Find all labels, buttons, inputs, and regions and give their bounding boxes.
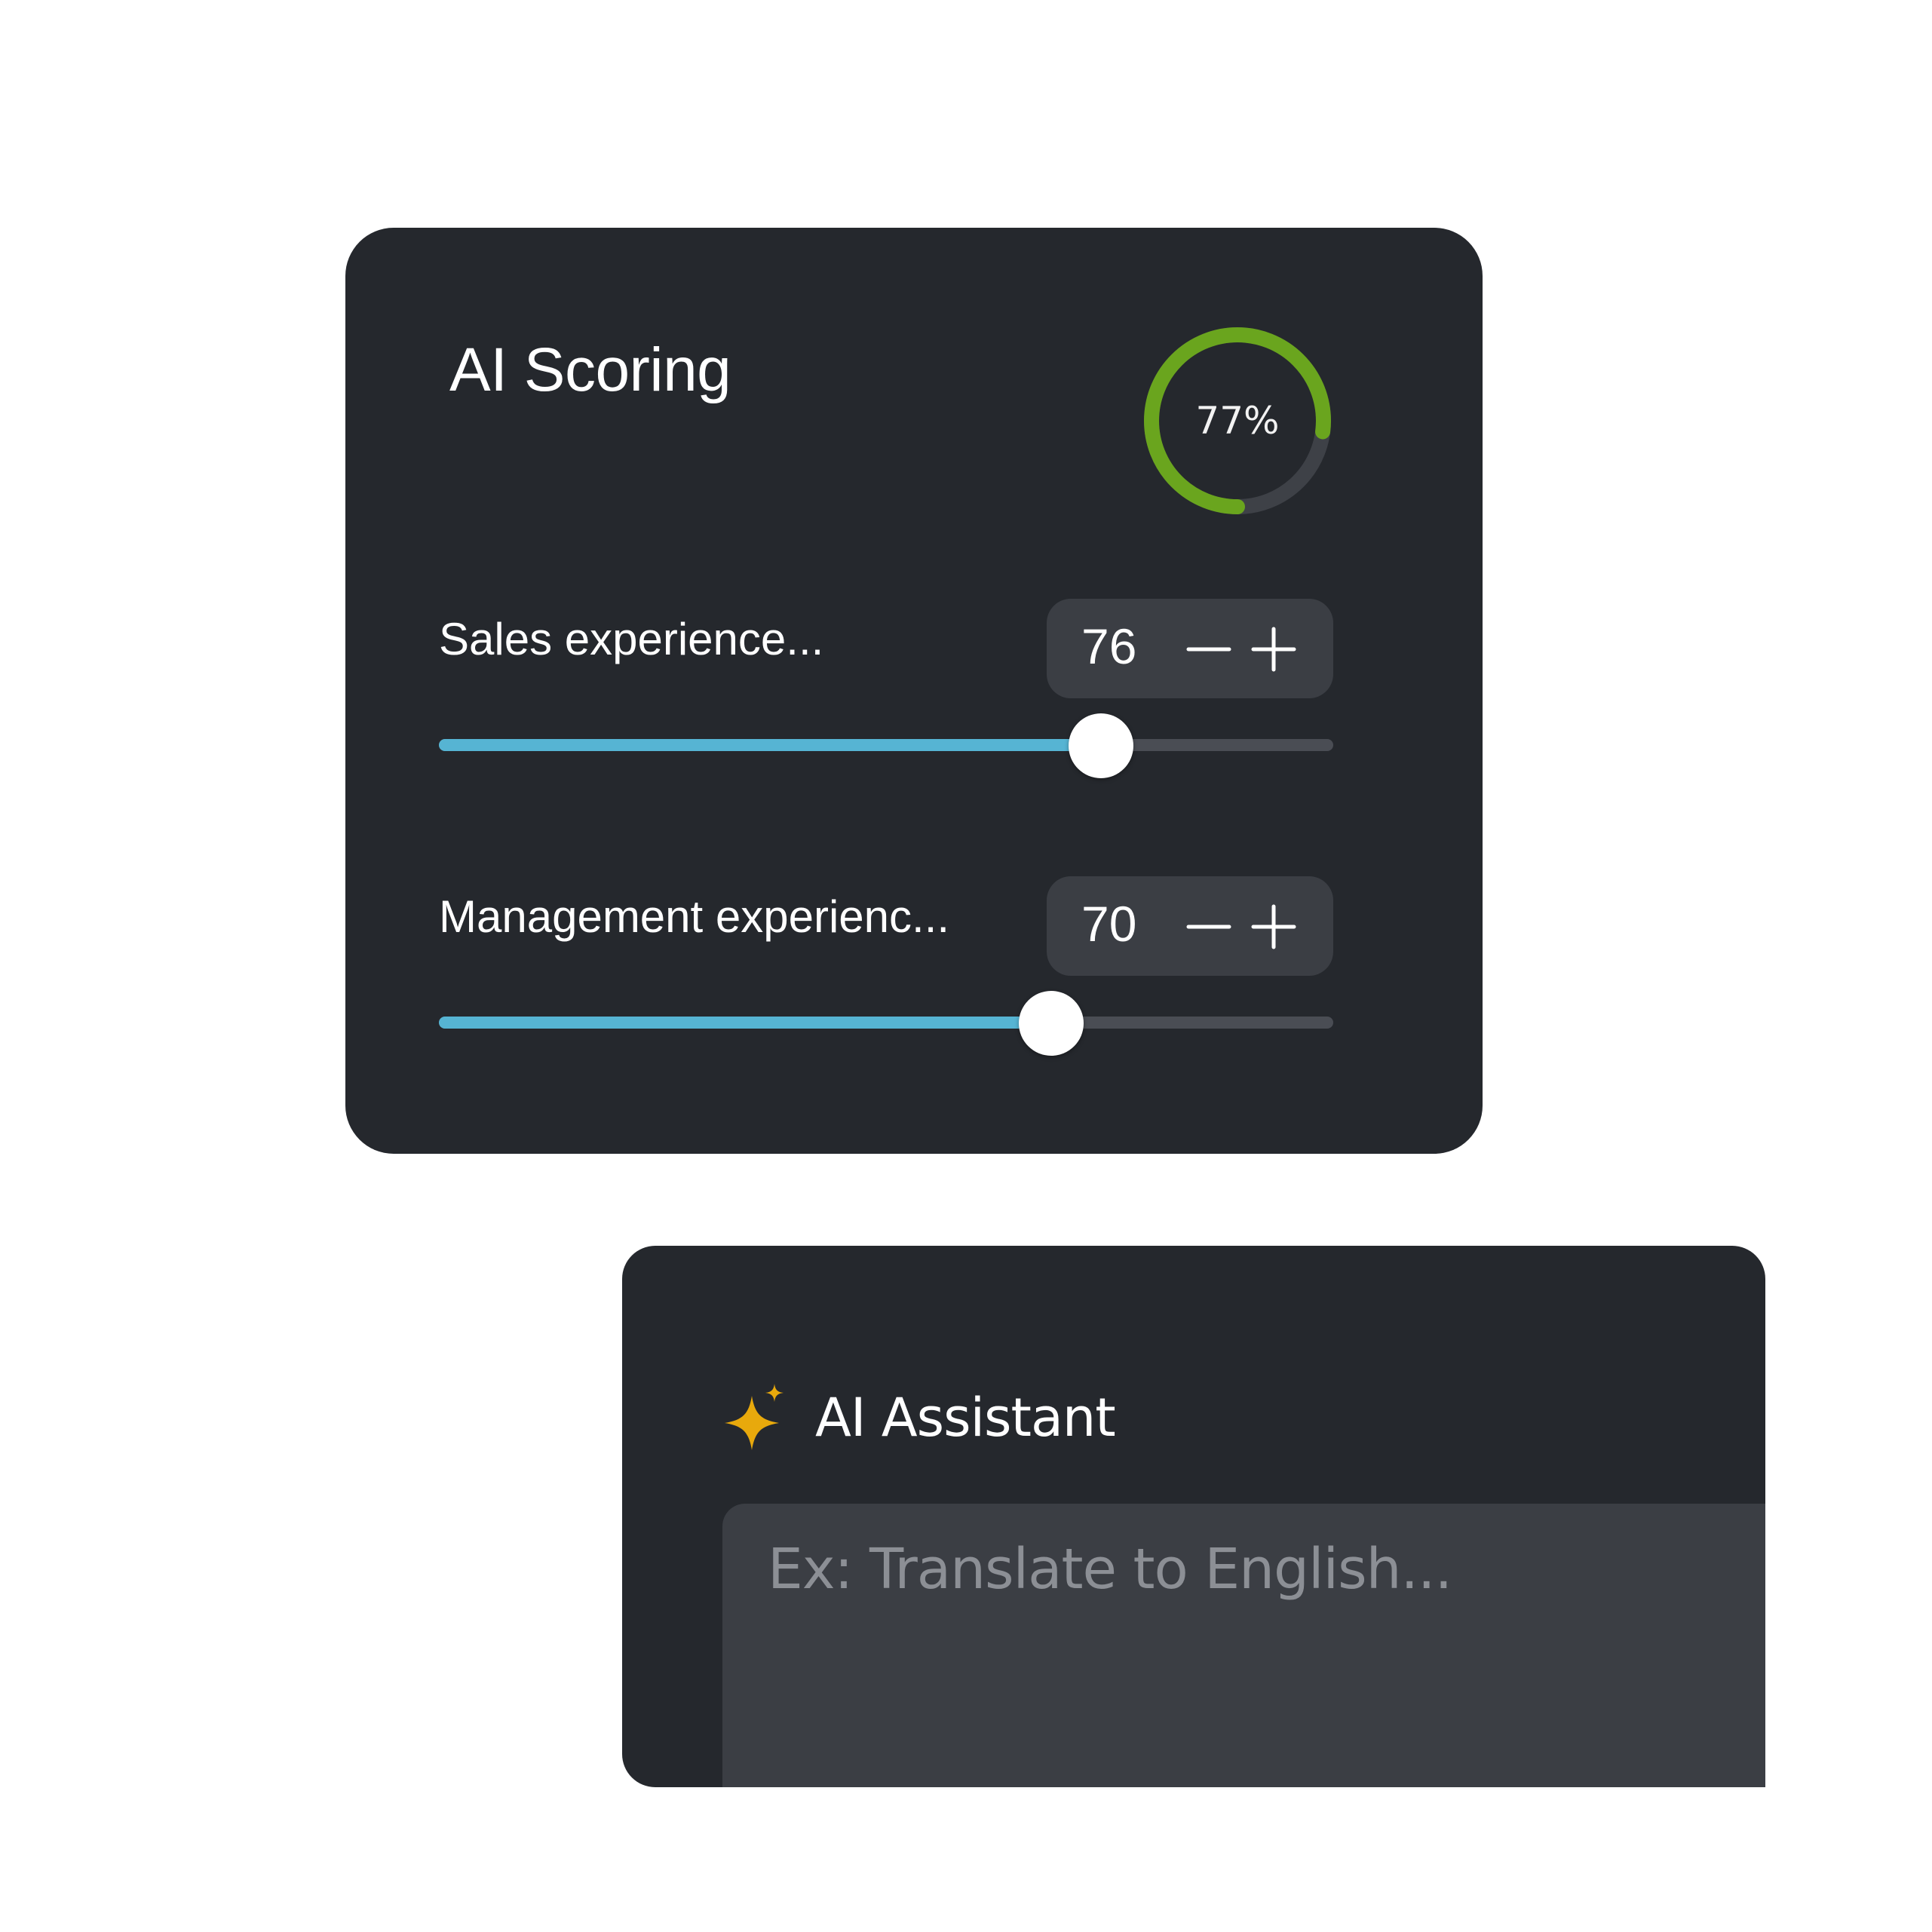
sparkle-icon: [725, 1384, 785, 1452]
slider-fill: [439, 1017, 1052, 1029]
slider-fill: [439, 739, 1101, 751]
minus-icon: [1186, 647, 1231, 652]
prompt-input[interactable]: [722, 1504, 1765, 1787]
assistant-title: AI Assistant: [815, 1387, 1116, 1449]
overall-score-ring: 77%: [1141, 324, 1334, 517]
score-stepper[interactable]: 76: [1047, 599, 1333, 698]
criterion-label: Sales experience...: [439, 614, 824, 664]
increment-button[interactable]: [1250, 626, 1297, 673]
overall-score-label: 77%: [1195, 399, 1280, 443]
decrement-button[interactable]: [1185, 626, 1232, 673]
slider-track[interactable]: [439, 1017, 1333, 1029]
score-slider[interactable]: [439, 988, 1333, 1056]
score-slider[interactable]: [439, 710, 1333, 778]
decrement-button[interactable]: [1185, 903, 1232, 950]
ai-assistant-card: AI Assistant: [622, 1246, 1765, 1787]
criterion-label: Management experienc...: [439, 891, 950, 942]
slider-track[interactable]: [439, 739, 1333, 751]
slider-thumb[interactable]: [1068, 713, 1133, 778]
stepper-value[interactable]: 76: [1081, 621, 1136, 671]
plus-icon: [1251, 904, 1296, 949]
ai-scoring-card: AI Scoring 77% Sales experience... 76 Ma…: [345, 228, 1483, 1154]
scoring-title: AI Scoring: [449, 336, 731, 404]
assistant-header: AI Assistant: [725, 1380, 1116, 1455]
criterion-management-experience: Management experienc... 70: [439, 876, 1333, 1080]
slider-thumb[interactable]: [1019, 991, 1084, 1056]
stepper-value[interactable]: 70: [1081, 899, 1136, 949]
minus-icon: [1186, 925, 1231, 929]
criterion-sales-experience: Sales experience... 76: [439, 599, 1333, 802]
increment-button[interactable]: [1250, 903, 1297, 950]
score-stepper[interactable]: 70: [1047, 876, 1333, 976]
plus-icon: [1251, 627, 1296, 672]
